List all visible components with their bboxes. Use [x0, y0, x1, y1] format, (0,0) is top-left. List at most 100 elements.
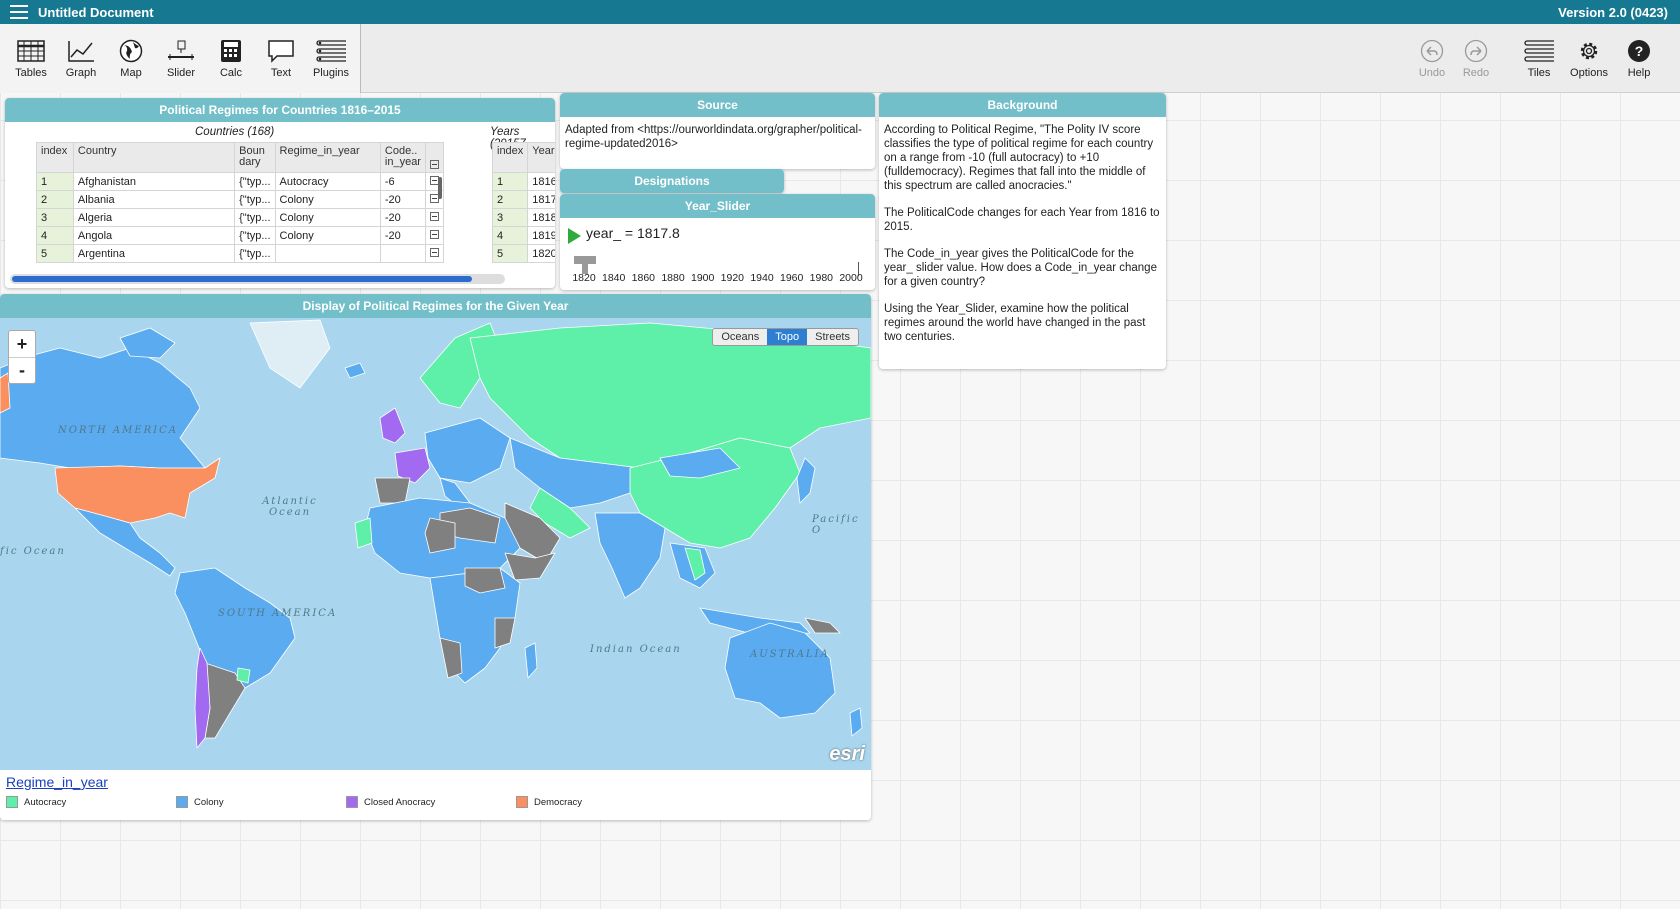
regime-cell[interactable] [274, 244, 381, 263]
slider-title[interactable]: Year_Slider [560, 194, 875, 218]
table-row[interactable]: 5 1820 [491, 244, 555, 263]
boundary-header[interactable]: Boun dary [234, 142, 276, 173]
table-row[interactable]: 1 1816 [491, 172, 555, 191]
document-title[interactable]: Untitled Document [38, 5, 154, 20]
undo-button[interactable]: Undo [1410, 24, 1454, 93]
row-collapse[interactable] [424, 244, 445, 263]
map-canvas[interactable]: NORTH AMERICA Atlantic Ocean fic Ocean P… [0, 318, 871, 770]
map-title[interactable]: Display of Political Regimes for the Giv… [0, 294, 871, 318]
calc-button[interactable]: Calc [206, 24, 256, 93]
country-cell[interactable]: Argentina [72, 244, 236, 263]
year-cell[interactable]: 1819 [527, 226, 555, 245]
redo-label: Redo [1462, 67, 1490, 79]
boundary-cell[interactable]: {"typ... [234, 190, 276, 209]
horizontal-scrollbar[interactable] [10, 274, 505, 284]
zoom-out-button[interactable]: - [9, 357, 35, 383]
country-cell[interactable]: Algeria [72, 208, 236, 227]
country-cell[interactable]: Albania [72, 190, 236, 209]
source-text[interactable]: Source Adapted from <https://ourworldind… [560, 93, 875, 169]
case-table[interactable]: Political Regimes for Countries 1816–201… [5, 98, 555, 288]
help-button[interactable]: ? Help [1614, 24, 1664, 93]
country-header[interactable]: Country [72, 142, 236, 173]
table-row[interactable]: 3 1818 [491, 208, 555, 227]
boundary-cell[interactable]: {"typ... [234, 172, 276, 191]
redo-button[interactable]: Redo [1454, 24, 1498, 93]
map-tile[interactable]: Display of Political Regimes for the Giv… [0, 294, 871, 820]
legend-attribute-title[interactable]: Regime_in_year [6, 774, 108, 790]
year-cell[interactable]: 1817 [527, 190, 555, 209]
year-cell[interactable]: 1818 [527, 208, 555, 227]
horizontal-scrollbar-thumb[interactable] [12, 276, 472, 282]
code-header[interactable]: Code.. in_year [379, 142, 426, 173]
legend-item-colony[interactable]: Colony [176, 796, 224, 808]
zoom-in-button[interactable]: + [9, 331, 35, 357]
basemap-oceans[interactable]: Oceans [713, 329, 768, 345]
table-row[interactable]: 5 Argentina {"typ... [36, 244, 445, 263]
background-body[interactable]: According to Political Regime, "The Poli… [879, 117, 1166, 363]
code-cell[interactable]: -20 [379, 190, 426, 209]
slider-button[interactable]: Slider [156, 24, 206, 93]
graph-button[interactable]: Graph [56, 24, 106, 93]
year-header[interactable]: Year [527, 142, 555, 173]
source-title[interactable]: Source [560, 93, 875, 117]
map-button[interactable]: Map [106, 24, 156, 93]
code-cell[interactable] [379, 244, 426, 263]
boundary-cell[interactable]: {"typ... [234, 208, 276, 227]
code-cell[interactable]: -20 [379, 226, 426, 245]
code-cell[interactable]: -20 [379, 208, 426, 227]
collapse-icon[interactable] [429, 160, 439, 169]
legend-item-democracy[interactable]: Democracy [516, 796, 582, 808]
vertical-scrollbar-thumb[interactable] [438, 177, 442, 199]
table-row[interactable]: 2 1817 [491, 190, 555, 209]
legend-item-autocracy[interactable]: Autocracy [6, 796, 66, 808]
country-cell[interactable]: Afghanistan [72, 172, 236, 191]
tables-button[interactable]: Tables [6, 24, 56, 93]
ocean-label-north-america: NORTH AMERICA [58, 425, 178, 436]
text-button[interactable]: Text [256, 24, 306, 93]
code-cell[interactable]: -6 [379, 172, 426, 191]
table-row[interactable]: 1 Afghanistan {"typ... Autocracy -6 [36, 172, 445, 191]
collapse-icon[interactable] [429, 229, 439, 239]
plugins-button[interactable]: Plugins [306, 24, 356, 93]
row-collapse[interactable] [424, 226, 445, 245]
year-index-header[interactable]: index [491, 142, 529, 173]
slider-axis[interactable]: 1820 1840 1860 1880 1900 1920 1940 1960 1980 2000 [572, 272, 862, 284]
source-body[interactable]: Adapted from <https://ourworldindata.org… [560, 117, 875, 157]
table-row[interactable]: 4 1819 [491, 226, 555, 245]
regime-cell[interactable]: Colony [274, 208, 381, 227]
region-southern-africa [439, 637, 463, 679]
table-row[interactable]: 4 Angola {"typ... Colony -20 [36, 226, 445, 245]
index-header[interactable]: index [36, 142, 74, 173]
table-title[interactable]: Political Regimes for Countries 1816–201… [5, 98, 555, 122]
collapse-icon[interactable] [429, 247, 439, 257]
play-icon[interactable] [568, 228, 581, 244]
regime-cell[interactable]: Colony [274, 226, 381, 245]
world-map[interactable] [0, 318, 871, 770]
designations-title[interactable]: Designations [560, 169, 784, 193]
slider-thumb[interactable] [574, 256, 596, 274]
legend-item-closed-anocracy[interactable]: Closed Anocracy [346, 796, 435, 808]
regime-cell[interactable]: Colony [274, 190, 381, 209]
hamburger-menu-icon[interactable] [10, 5, 28, 19]
country-cell[interactable]: Angola [72, 226, 236, 245]
table-row[interactable]: 2 Albania {"typ... Colony -20 [36, 190, 445, 209]
year-cell[interactable]: 1820 [527, 244, 555, 263]
row-collapse[interactable] [424, 208, 445, 227]
year-slider[interactable]: Year_Slider year_ = 1817.8 1820 1840 1860 1… [560, 194, 875, 290]
options-button[interactable]: Options [1564, 24, 1614, 93]
basemap-streets[interactable]: Streets [807, 329, 858, 345]
background-text[interactable]: Background According to Political Regime… [879, 93, 1166, 369]
tiles-button[interactable]: Tiles [1514, 24, 1564, 93]
collapse-icon[interactable] [429, 211, 439, 221]
year-cell[interactable]: 1816 [527, 172, 555, 191]
basemap-topo[interactable]: Topo [767, 329, 808, 345]
background-title[interactable]: Background [879, 93, 1166, 117]
slider-value[interactable]: year_ = 1817.8 [586, 225, 680, 241]
regime-header[interactable]: Regime_in_year [274, 142, 381, 173]
row-index: 4 [491, 226, 529, 245]
table-row[interactable]: 3 Algeria {"typ... Colony -20 [36, 208, 445, 227]
designations-tile[interactable]: Designations [560, 169, 784, 193]
boundary-cell[interactable]: {"typ... [234, 226, 276, 245]
boundary-cell[interactable]: {"typ... [234, 244, 276, 263]
regime-cell[interactable]: Autocracy [274, 172, 381, 191]
